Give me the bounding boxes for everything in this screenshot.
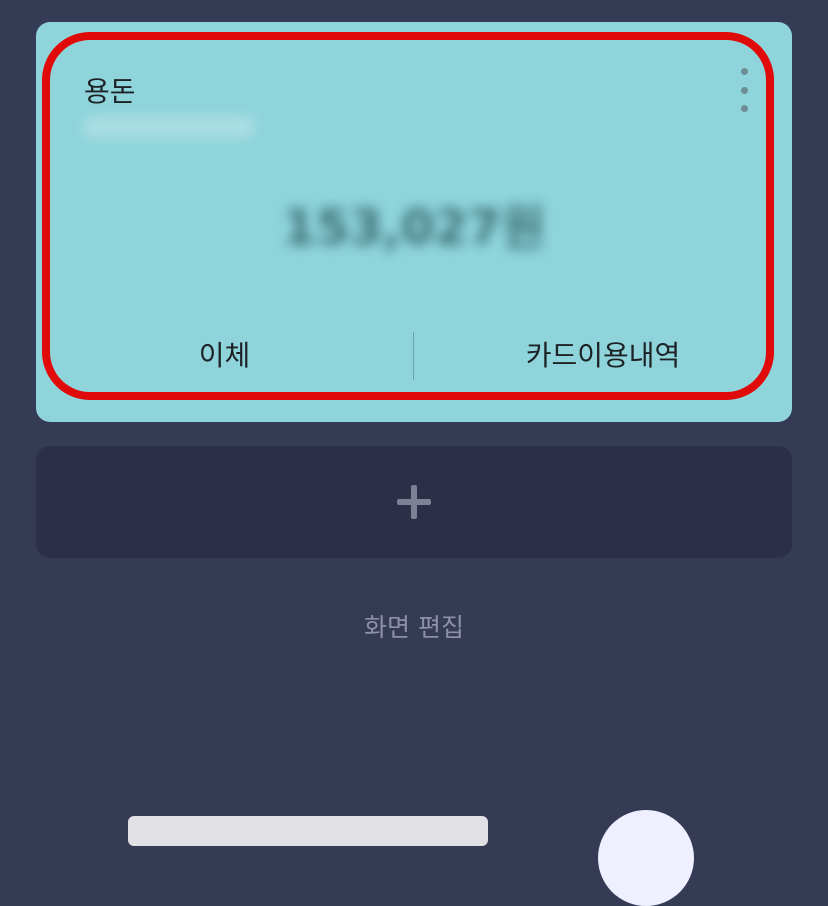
account-number-redacted — [84, 116, 254, 138]
menu-dot — [740, 105, 748, 112]
plus-icon — [397, 485, 431, 519]
bottom-avatar[interactable] — [598, 810, 694, 906]
more-vertical-icon[interactable] — [732, 66, 756, 114]
account-name: 용돈 — [84, 75, 136, 108]
add-card-button[interactable] — [36, 446, 792, 558]
menu-dot — [740, 68, 748, 75]
account-card[interactable]: 용돈 153,027원 이체 카드이용내역 — [36, 22, 792, 422]
edit-screen-link[interactable]: 화면 편집 — [0, 608, 828, 644]
bottom-banner-text — [128, 816, 488, 846]
account-actions: 이체 카드이용내역 — [36, 332, 792, 380]
account-balance: 153,027원 — [282, 200, 546, 256]
menu-dot — [740, 86, 748, 94]
card-history-button[interactable]: 카드이용내역 — [414, 332, 792, 380]
transfer-button[interactable]: 이체 — [36, 332, 413, 380]
